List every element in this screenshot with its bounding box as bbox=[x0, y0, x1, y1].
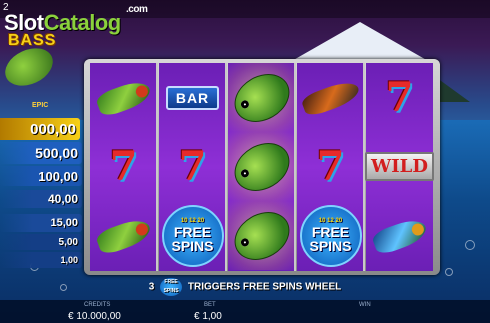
seven-symbol-icon: 7 bbox=[385, 74, 414, 121]
seven-symbol-icon: 7 bbox=[178, 143, 207, 190]
reel-5: 7 WILD bbox=[365, 63, 434, 271]
reel-cell bbox=[225, 63, 298, 132]
reel-cell: 7 bbox=[159, 132, 226, 201]
reel-cell: 10 12 20 FREE SPINS bbox=[297, 201, 364, 270]
reel-cell bbox=[297, 63, 364, 132]
bass-fish-icon bbox=[225, 132, 298, 201]
reel-cell bbox=[225, 201, 298, 270]
reel-cell: 7 bbox=[366, 63, 433, 132]
reel-4: 7 10 12 20 FREE SPINS bbox=[297, 63, 365, 271]
paytable-row: 500,00 bbox=[0, 142, 82, 164]
reel-cell bbox=[225, 132, 298, 201]
reel-cell: WILD bbox=[365, 132, 434, 201]
reel-2: BAR 7 10 12 20 FREE SPINS bbox=[159, 63, 227, 271]
paytable-row: 000,00 bbox=[0, 118, 80, 140]
seven-symbol-icon: 7 bbox=[316, 143, 345, 190]
blue-fly-lure-icon bbox=[370, 214, 429, 257]
trigger-message: 3 FREE SPINS TRIGGERS FREE SPINS WHEEL bbox=[0, 278, 490, 296]
spins-label: SPINS bbox=[171, 238, 214, 254]
free-label: FREE bbox=[311, 224, 350, 240]
game-logo-subtitle: EPIC bbox=[32, 102, 49, 109]
trigger-count: 3 bbox=[148, 281, 155, 293]
reel-divider bbox=[225, 63, 227, 271]
paytable-value: 500,00 bbox=[35, 145, 78, 161]
bass-fish-icon bbox=[225, 201, 298, 270]
paytable-row: 5,00 bbox=[0, 234, 82, 250]
game-logo: BASS EPIC bbox=[0, 32, 72, 109]
watermark-com: .com bbox=[126, 4, 148, 15]
paytable-row: 1,00 bbox=[0, 252, 82, 268]
paytable-row: 100,00 bbox=[0, 166, 82, 186]
paytable-value: 40,00 bbox=[47, 192, 78, 206]
reel-divider bbox=[156, 63, 158, 271]
bet-label: BET bbox=[204, 302, 216, 308]
reel-cell: 10 12 20 FREE SPINS bbox=[159, 201, 226, 270]
trigger-text: TRIGGERS FREE SPINS WHEEL bbox=[187, 281, 342, 293]
free-spins-symbol: 10 12 20 FREE SPINS bbox=[299, 204, 362, 267]
paytable-row: 15,00 bbox=[0, 214, 82, 232]
wild-label: WILD bbox=[371, 156, 428, 177]
paytable-value: 15,00 bbox=[50, 217, 78, 229]
reel-3 bbox=[225, 63, 298, 271]
reel-1: 7 bbox=[90, 63, 158, 271]
bar-symbol: BAR bbox=[165, 85, 220, 110]
reel-cell: 7 bbox=[90, 132, 157, 201]
bottom-bar: CREDITS € 10.000,00 BET € 1,00 WIN bbox=[0, 300, 490, 323]
paytable-value: 000,00 bbox=[30, 120, 76, 138]
free-spins-symbol: 10 12 20 FREE SPINS bbox=[161, 204, 224, 267]
paytable-row: 40,00 bbox=[0, 190, 82, 208]
credits-value: € 10.000,00 bbox=[68, 311, 121, 322]
reel-cell bbox=[366, 201, 433, 270]
orange-fly-lure-icon bbox=[299, 77, 362, 118]
free-label: FREE bbox=[173, 224, 212, 240]
paytable-value: 1,00 bbox=[60, 255, 78, 265]
reel-cell: BAR bbox=[159, 63, 226, 132]
green-fly-lure-icon bbox=[94, 76, 153, 119]
paytable-value: 100,00 bbox=[38, 168, 78, 184]
reel-cell bbox=[90, 63, 157, 132]
reel-grid: 7 BAR 7 10 12 20 FREE SPINS 7 10 12 20 FREE SPINS… bbox=[90, 63, 434, 271]
reel-divider bbox=[294, 63, 296, 271]
reel-cell bbox=[90, 201, 157, 270]
paytable-value: 5,00 bbox=[58, 236, 78, 248]
credits-label: CREDITS bbox=[84, 302, 111, 308]
bet-value: € 1,00 bbox=[194, 311, 222, 322]
mountain-snow bbox=[290, 22, 430, 62]
reel-cell: 7 bbox=[297, 132, 364, 201]
bass-fish-icon bbox=[225, 63, 298, 132]
spins-label: SPINS bbox=[309, 238, 352, 254]
win-label: WIN bbox=[359, 302, 371, 308]
seven-symbol-icon: 7 bbox=[109, 143, 138, 190]
free-spins-badge-icon: FREE SPINS bbox=[160, 278, 183, 296]
green-fly-lure-icon bbox=[94, 214, 153, 257]
wild-symbol: WILD bbox=[365, 152, 434, 181]
